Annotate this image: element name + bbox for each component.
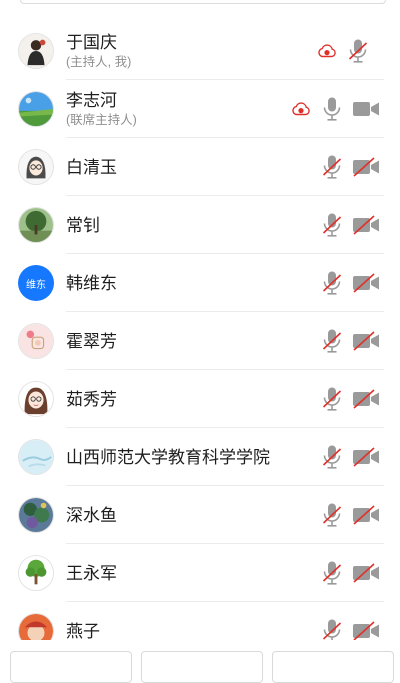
avatar-initials: 维东 [26,279,46,291]
camera-off-icon[interactable] [352,273,380,293]
cloud-record-icon [318,44,336,58]
participant-name: 王永军 [66,563,117,583]
participant-name: 常钊 [66,215,100,235]
participant-row[interactable]: 常钊 [0,196,400,254]
participant-row[interactable]: 茹秀芳 [0,370,400,428]
mic-icon[interactable] [322,96,342,122]
mic-muted-icon[interactable] [322,560,342,586]
participant-name: 韩维东 [66,273,117,293]
participant-role: (联席主持人) [66,113,137,127]
camera-off-icon[interactable] [352,157,380,177]
participant-list: 于国庆 (主持人, 我) 李志河 (联席主持人) 白清玉常钊维东 韩维东霍翠芳茹秀芳山西师… [0,22,400,660]
participant-name: 山西师范大学教育科学学院 [66,447,270,467]
mic-muted-icon[interactable] [322,386,342,412]
participant-row[interactable]: 于国庆 (主持人, 我) [0,22,400,80]
participant-name: 茹秀芳 [66,389,117,409]
bottom-button-right[interactable] [272,651,394,683]
participant-role: (主持人, 我) [66,55,132,69]
participant-row[interactable]: 李志河 (联席主持人) [0,80,400,138]
participant-name: 于国庆 [66,33,117,52]
bottom-button-left[interactable] [10,651,132,683]
participant-row[interactable]: 维东 韩维东 [0,254,400,312]
cartoon-person-avatar [18,33,54,69]
green-tree-avatar [18,555,54,591]
mic-muted-icon[interactable] [322,328,342,354]
participant-row[interactable]: 深水鱼 [0,486,400,544]
participant-name: 霍翠芳 [66,331,117,351]
painting-avatar [18,497,54,533]
mic-muted-icon[interactable] [322,212,342,238]
camera-off-icon[interactable] [352,331,380,351]
participant-row[interactable]: 山西师范大学教育科学学院 [0,428,400,486]
pink-cartoon-avatar [18,323,54,359]
mic-muted-icon[interactable] [322,154,342,180]
participant-name: 燕子 [66,621,100,641]
camera-off-icon[interactable] [352,563,380,583]
participant-name: 李志河 [66,91,117,110]
bottom-bar [0,640,400,683]
light-blue-avatar [18,439,54,475]
tree-photo-avatar [18,207,54,243]
participant-row[interactable]: 王永军 [0,544,400,602]
girl-with-glasses-avatar [18,149,54,185]
participant-row[interactable]: 霍翠芳 [0,312,400,370]
camera-off-icon[interactable] [352,215,380,235]
mic-muted-icon[interactable] [348,38,368,64]
mic-muted-icon[interactable] [322,444,342,470]
participant-name: 深水鱼 [66,505,117,525]
camera-icon[interactable] [352,99,380,119]
initials-avatar: 维东 [18,265,54,301]
cartoon-girl-avatar [18,381,54,417]
participant-row[interactable]: 白清玉 [0,138,400,196]
search-input[interactable] [20,0,386,4]
camera-off-icon[interactable] [352,389,380,409]
camera-off-icon[interactable] [352,505,380,525]
camera-off-icon[interactable] [352,621,380,641]
mic-muted-icon[interactable] [322,270,342,296]
participant-name: 白清玉 [66,157,117,177]
mic-muted-icon[interactable] [322,502,342,528]
cloud-record-icon [292,102,310,116]
landscape-avatar [18,91,54,127]
bottom-button-middle[interactable] [141,651,263,683]
camera-off-icon[interactable] [352,447,380,467]
